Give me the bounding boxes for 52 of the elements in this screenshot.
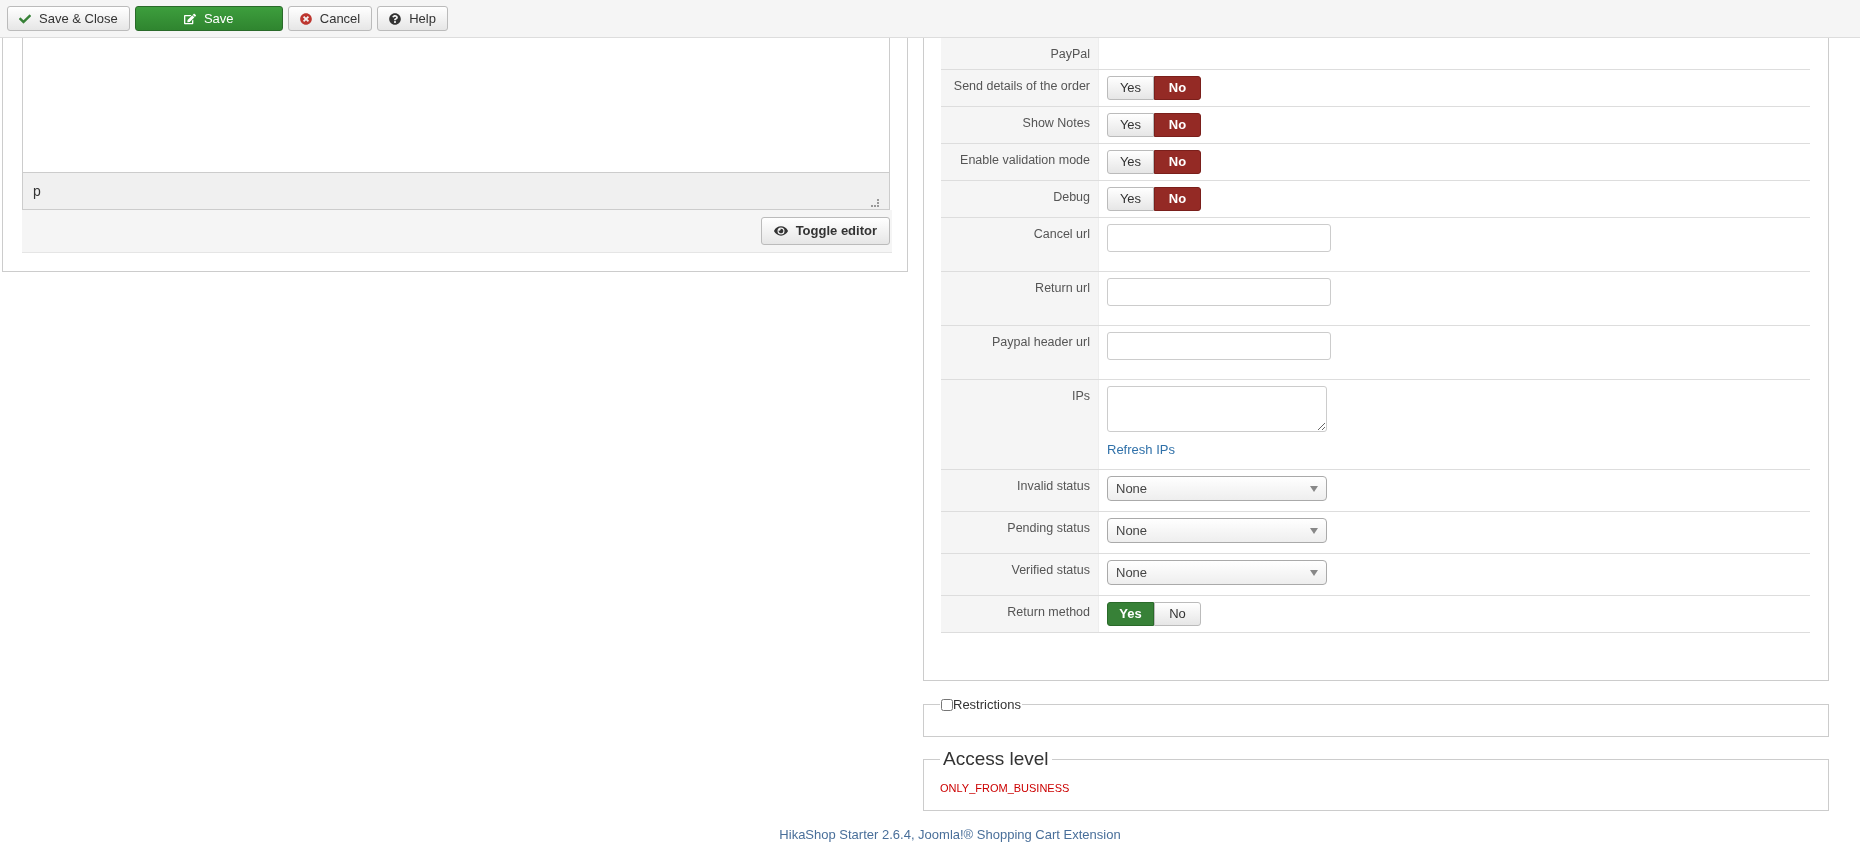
restrictions-label: Restrictions	[953, 696, 1021, 714]
toggle-option[interactable]: Yes	[1107, 187, 1154, 211]
field-label: Pending status	[1007, 520, 1090, 537]
text-field[interactable]	[1107, 278, 1331, 306]
caret-icon	[1310, 527, 1318, 534]
toolbar-button[interactable]: Help	[377, 6, 448, 31]
status-dropdown[interactable]: None	[1107, 560, 1327, 585]
resize-handle-icon[interactable]	[871, 199, 879, 207]
toggle-option[interactable]: Yes	[1107, 76, 1154, 100]
toggle-editor-button[interactable]: Toggle editor	[760, 217, 890, 245]
status-dropdown[interactable]: None	[1107, 476, 1327, 501]
toggle-option[interactable]: No	[1154, 113, 1201, 137]
edit-icon	[183, 12, 196, 25]
toggle-option[interactable]: Yes	[1107, 150, 1154, 174]
toolbar-button[interactable]: Cancel	[287, 6, 373, 31]
field-label: Enable validation mode	[960, 152, 1090, 169]
close-icon	[299, 12, 312, 25]
field-label: Debug	[1053, 189, 1090, 206]
field-label: Show Notes	[1022, 115, 1090, 132]
footer-text: HikaShop Starter 2.6.4, Joomla!® Shopping Cart Extension	[779, 826, 1121, 844]
toggle-option[interactable]: Yes	[1107, 602, 1154, 626]
field-label: PayPal	[1050, 46, 1090, 63]
ips-field[interactable]	[1107, 386, 1327, 432]
toggle-option[interactable]: No	[1154, 76, 1201, 100]
field-label: Return url	[1035, 280, 1090, 297]
check-icon	[19, 12, 31, 25]
toggle-option[interactable]: No	[1154, 602, 1201, 626]
editor-area[interactable]	[22, 38, 890, 172]
save-button[interactable]: Save	[134, 6, 283, 31]
field-label: Return method	[1007, 604, 1090, 621]
field-label: Send details of the order	[953, 78, 1090, 95]
fieldset-title: Access level	[943, 748, 1049, 769]
access-message: ONLY_FROM_BUSINESS	[940, 780, 1070, 796]
toggle-option[interactable]: No	[1154, 150, 1201, 174]
eye-icon	[773, 224, 788, 238]
toggle-option[interactable]: No	[1154, 187, 1201, 211]
toolbar-button[interactable]: Save & Close	[7, 6, 130, 31]
text-field[interactable]	[1107, 332, 1331, 360]
caret-icon	[1310, 485, 1318, 492]
text-field[interactable]	[1107, 224, 1331, 252]
refresh-ips-link[interactable]: Refresh IPs	[1107, 440, 1175, 460]
element-path: p	[33, 181, 41, 201]
field-label: Paypal header url	[992, 334, 1090, 351]
field-label: Cancel url	[1033, 226, 1090, 243]
status-dropdown[interactable]: None	[1107, 518, 1327, 543]
toggle-option[interactable]: Yes	[1107, 113, 1154, 137]
caret-icon	[1310, 569, 1318, 576]
help-icon	[389, 12, 402, 25]
field-label: Verified status	[1011, 562, 1090, 579]
field-label: IPs	[1071, 388, 1090, 405]
field-label: Invalid status	[1017, 478, 1090, 495]
restrictions-checkbox[interactable]	[941, 698, 953, 711]
